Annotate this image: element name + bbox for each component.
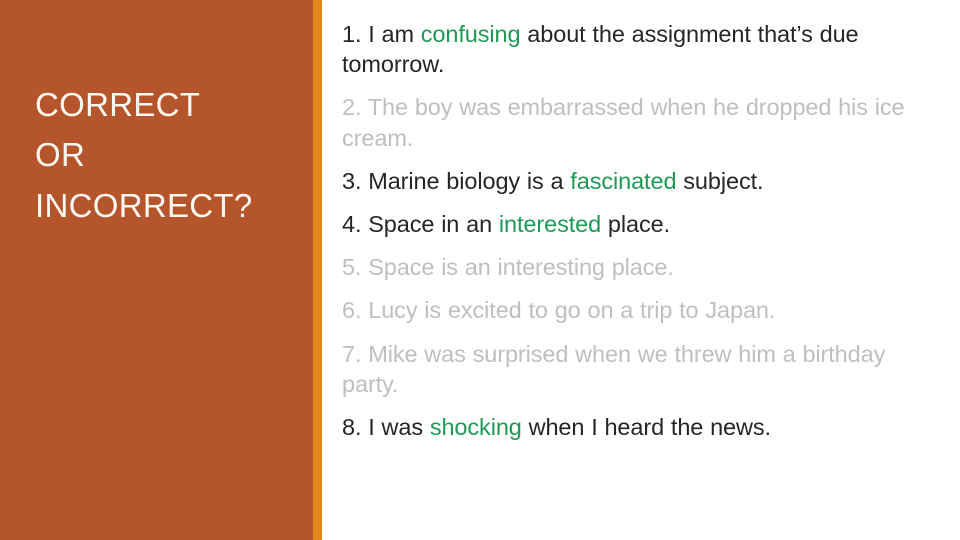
sentence-item-7: 7. Mike was surprised when we threw him … — [342, 339, 946, 399]
sentence-text-leading: 1. I am — [342, 21, 421, 47]
sentence-list: 1. I am confusing about the assignment t… — [342, 19, 946, 529]
sentence-text-leading: 6. Lucy is excited to go on a trip to Ja… — [342, 297, 776, 324]
sentence-text-leading: 4. Space in an — [342, 210, 499, 237]
sentence-text-leading: 2. The boy was embarrassed when he dropp… — [342, 94, 905, 151]
sentence-text-trailing: when I heard the news. — [521, 413, 771, 440]
highlighted-word: shocking — [429, 413, 522, 440]
accent-stripe — [313, 0, 322, 540]
sentence-text-leading: 8. I was — [342, 413, 430, 440]
sentence-text-leading: 5. Space is an interesting place. — [342, 254, 674, 281]
sentence-item-2: 2. The boy was embarrassed when he dropp… — [342, 92, 946, 152]
sentence-text-leading: 7. Mike was surprised when we threw him … — [342, 340, 886, 397]
sentence-text-leading: 3. Marine biology is a — [342, 167, 571, 194]
sentence-item-5: 5. Space is an interesting place. — [342, 252, 946, 282]
sentence-item-8: 8. I was shocking when I heard the news. — [342, 412, 946, 442]
sentence-item-6: 6. Lucy is excited to go on a trip to Ja… — [342, 295, 946, 325]
sentence-item-3: 3. Marine biology is a fascinated subjec… — [342, 166, 946, 196]
slide: CORRECT OR INCORRECT? 1. I am confusing … — [0, 0, 960, 540]
sentence-item-4: 4. Space in an interested place. — [342, 209, 946, 239]
page-title: CORRECT OR INCORRECT? — [35, 86, 253, 224]
highlighted-word: confusing — [420, 21, 521, 47]
sentence-text-trailing: place. — [601, 210, 671, 237]
highlighted-word: fascinated — [570, 167, 677, 194]
highlighted-word: interested — [498, 210, 602, 237]
sentence-text-trailing: subject. — [676, 167, 764, 194]
sentence-item-1: 1. I am confusing about the assignment t… — [342, 19, 946, 79]
